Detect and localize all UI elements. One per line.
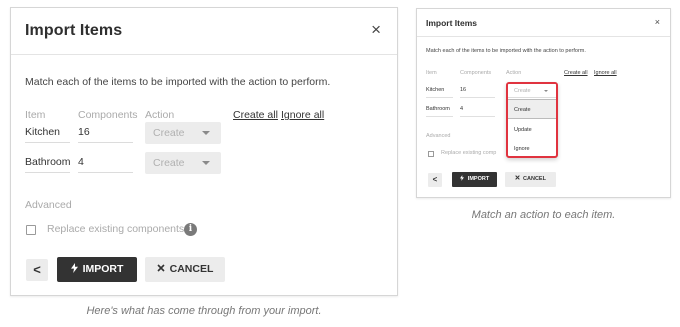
row-item-underline <box>426 116 453 117</box>
action-select[interactable]: Create <box>145 152 221 174</box>
dialog-title: Import Items <box>25 22 123 39</box>
lightning-icon <box>70 263 78 273</box>
row-components-underline <box>460 116 495 117</box>
chevron-down-icon <box>202 161 210 165</box>
row-components-underline <box>78 172 133 173</box>
row-components-count: 16 <box>460 87 467 93</box>
row-components-count: 16 <box>78 126 90 138</box>
import-button[interactable]: IMPORT <box>452 172 497 187</box>
dropdown-option-ignore[interactable]: Ignore <box>508 139 556 156</box>
dialog-title: Import Items <box>426 18 478 28</box>
replace-components-checkbox[interactable] <box>428 151 434 157</box>
replace-components-checkbox[interactable] <box>26 225 36 235</box>
row-components-count: 4 <box>78 156 84 168</box>
create-all-link[interactable]: Create all <box>233 109 278 121</box>
close-icon <box>157 264 165 272</box>
row-item-name: Kitchen <box>426 87 445 93</box>
import-button-label: IMPORT <box>82 263 124 275</box>
back-button[interactable]: < <box>26 259 48 281</box>
import-button[interactable]: IMPORT <box>57 257 137 282</box>
dropdown-current-value[interactable]: Create <box>508 84 556 98</box>
create-all-link[interactable]: Create all <box>564 70 588 76</box>
column-header-action: Action <box>506 70 522 76</box>
column-header-item: Item <box>426 70 437 76</box>
column-header-action: Action <box>145 109 175 121</box>
dialog-description: Match each of the items to be imported w… <box>25 76 331 88</box>
replace-components-label: Replace existing components <box>47 223 185 235</box>
cancel-button-label: CANCEL <box>523 176 546 182</box>
chevron-down-icon <box>544 90 548 92</box>
action-select-value: Create <box>153 127 185 139</box>
replace-components-label: Replace existing comp <box>441 150 497 156</box>
row-components-count: 4 <box>460 106 464 112</box>
import-dialog-dropdown-open: Import Items × Match each of the items t… <box>416 8 671 198</box>
column-header-components: Components <box>460 70 492 76</box>
column-header-components: Components <box>78 109 138 121</box>
ignore-all-link[interactable]: Ignore all <box>281 109 324 121</box>
close-icon <box>515 175 520 180</box>
info-icon[interactable]: i <box>184 223 197 236</box>
row-item-underline <box>25 172 70 173</box>
import-button-label: IMPORT <box>467 176 490 182</box>
chevron-down-icon <box>202 131 210 135</box>
cancel-button-label: CANCEL <box>169 263 214 275</box>
dialog-header: Import Items × <box>417 9 670 37</box>
row-item-name: Bathroom <box>426 106 450 112</box>
row-item-name: Bathroom <box>25 156 71 168</box>
action-dropdown-menu[interactable]: Create Create Update Ignore <box>506 82 558 158</box>
dropdown-option-create[interactable]: Create <box>508 99 556 119</box>
dialog-header: Import Items × <box>11 8 397 55</box>
import-dialog: Import Items × Match each of the items t… <box>10 7 398 296</box>
action-select[interactable]: Create <box>145 122 221 144</box>
dropdown-current-label: Create <box>514 88 531 94</box>
close-icon[interactable]: × <box>371 21 381 38</box>
caption-small: Match an action to each item. <box>471 209 616 221</box>
row-components-underline <box>460 97 495 98</box>
caption-large: Here's what has come through from your i… <box>86 305 322 317</box>
dropdown-option-update[interactable]: Update <box>508 120 556 140</box>
advanced-heading: Advanced <box>426 133 451 139</box>
back-button[interactable]: < <box>428 173 442 187</box>
row-item-underline <box>426 97 453 98</box>
ignore-all-link[interactable]: Ignore all <box>594 70 617 76</box>
cancel-button[interactable]: CANCEL <box>145 257 225 282</box>
dialog-description: Match each of the items to be imported w… <box>426 48 586 54</box>
advanced-heading: Advanced <box>25 199 72 211</box>
cancel-button[interactable]: CANCEL <box>505 172 556 187</box>
row-item-name: Kitchen <box>25 126 61 138</box>
column-header-item: Item <box>25 109 46 121</box>
close-icon[interactable]: × <box>655 17 660 27</box>
row-components-underline <box>78 142 133 143</box>
lightning-icon <box>459 175 464 181</box>
row-item-underline <box>25 142 70 143</box>
action-select-value: Create <box>153 157 185 169</box>
